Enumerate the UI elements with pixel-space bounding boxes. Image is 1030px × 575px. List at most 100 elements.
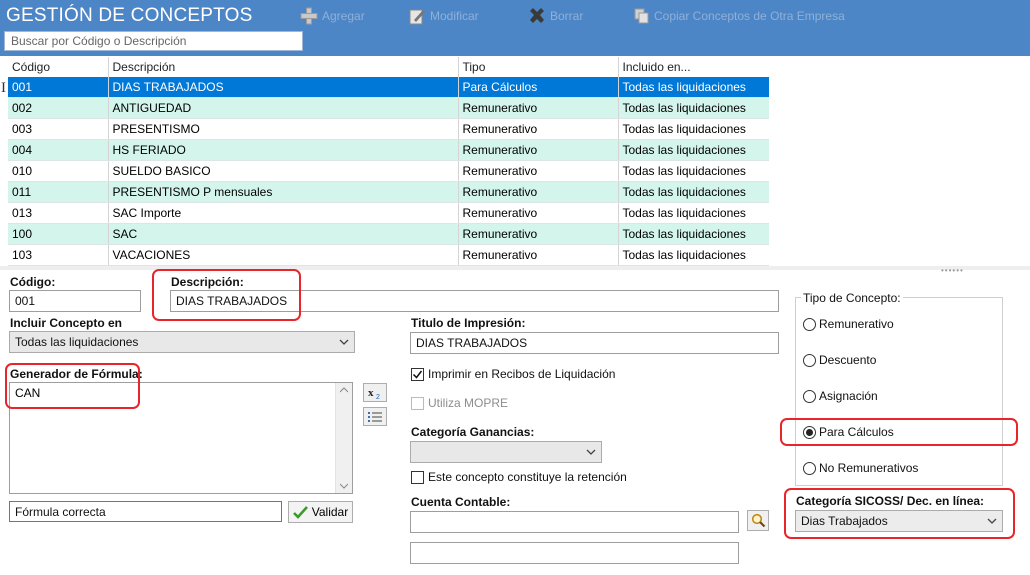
cell-descripcion: PRESENTISMO P mensuales [107, 181, 458, 203]
cell-incluido: Todas las liquidaciones [617, 223, 769, 245]
codigo-field[interactable]: 001 [9, 290, 141, 312]
table-row[interactable]: 003 PRESENTISMO Remunerativo Todas las l… [8, 118, 769, 140]
table-row[interactable]: 103 VACACIONES Remunerativo Todas las li… [8, 244, 769, 266]
cell-codigo: 103 [8, 244, 108, 266]
chevron-down-icon [586, 449, 596, 455]
cell-codigo: 004 [8, 139, 108, 161]
column-header-descripcion[interactable]: Descripción [107, 57, 458, 77]
retencion-checkbox-row[interactable]: Este concepto constituye la retención [411, 470, 627, 484]
chevron-down-icon [339, 339, 349, 345]
radio-descuento[interactable]: Descuento [803, 353, 876, 367]
svg-text:2: 2 [376, 394, 380, 400]
mopre-checkbox [411, 396, 424, 410]
delete-label: Borrar [550, 9, 584, 23]
table-row[interactable]: 001 DIAS TRABAJADOS Para Cálculos Todas … [8, 77, 769, 98]
cell-descripcion: PRESENTISMO [107, 118, 458, 140]
copy-concepts-button[interactable]: Copiar Conceptos de Otra Empresa [634, 6, 845, 26]
table-row[interactable]: 013 SAC Importe Remunerativo Todas las l… [8, 202, 769, 224]
column-header-incluido[interactable]: Incluido en... [617, 57, 769, 77]
cell-descripcion: SAC Importe [107, 202, 458, 224]
cell-descripcion: SAC [107, 223, 458, 245]
titulo-label: Titulo de Impresión: [411, 316, 526, 330]
cuenta-search-button[interactable] [747, 510, 769, 531]
cell-incluido: Todas las liquidaciones [617, 181, 769, 203]
text-cursor-icon: I [1, 80, 6, 96]
scroll-up-icon[interactable] [340, 387, 348, 393]
sicoss-highlight [784, 488, 1015, 539]
imprimir-checkbox-row[interactable]: Imprimir en Recibos de Liquidación [411, 367, 615, 381]
cell-tipo: Remunerativo [457, 118, 618, 140]
cell-codigo: 001 [8, 77, 108, 98]
table-row[interactable]: 002 ANTIGUEDAD Remunerativo Todas las li… [8, 97, 769, 119]
radio-button[interactable] [803, 389, 816, 403]
cell-incluido: Todas las liquidaciones [617, 97, 769, 119]
checkmark-icon [412, 370, 423, 379]
retencion-checkbox[interactable] [411, 470, 424, 484]
radio-label: Remunerativo [819, 317, 894, 331]
mopre-label: Utiliza MOPRE [428, 396, 509, 410]
cell-tipo: Remunerativo [457, 160, 618, 182]
magnifier-icon [751, 513, 765, 528]
validar-button[interactable]: Validar [288, 501, 353, 523]
radio-label: No Remunerativos [819, 461, 919, 475]
radio-remunerativo[interactable]: Remunerativo [803, 317, 894, 331]
formula-highlight [5, 363, 140, 409]
cuenta-field[interactable] [410, 511, 739, 533]
cuenta-secondary-field[interactable] [410, 542, 739, 564]
cell-tipo: Remunerativo [457, 244, 618, 266]
para-calculos-highlight [780, 418, 1018, 446]
radio-no-remunerativos[interactable]: No Remunerativos [803, 461, 918, 475]
cell-descripcion: DIAS TRABAJADOS [107, 77, 458, 98]
subscript-button[interactable]: x 2 [363, 383, 387, 402]
radio-button[interactable] [803, 317, 816, 331]
descripcion-highlight [152, 269, 301, 321]
cell-tipo: Remunerativo [457, 97, 618, 119]
ganancias-select[interactable] [410, 441, 602, 463]
formula-scrollbar[interactable] [335, 383, 352, 493]
cell-incluido: Todas las liquidaciones [617, 77, 769, 98]
cell-incluido: Todas las liquidaciones [617, 202, 769, 224]
table-row[interactable]: 004 HS FERIADO Remunerativo Todas las li… [8, 139, 769, 161]
cell-codigo: 003 [8, 118, 108, 140]
delete-button[interactable]: Borrar [528, 6, 583, 26]
copy-label: Copiar Conceptos de Otra Empresa [654, 9, 845, 23]
page-title: GESTIÓN DE CONCEPTOS [6, 5, 253, 26]
table-row[interactable]: 010 SUELDO BASICO Remunerativo Todas las… [8, 160, 769, 182]
add-button[interactable]: Agregar [300, 6, 365, 26]
imprimir-checkbox[interactable] [411, 367, 424, 381]
table-row[interactable]: 011 PRESENTISMO P mensuales Remunerativo… [8, 181, 769, 203]
add-label: Agregar [322, 9, 365, 23]
codigo-label: Código: [10, 275, 56, 289]
formula-status-field[interactable]: Fórmula correcta [9, 501, 282, 522]
cell-tipo: Para Cálculos [457, 77, 618, 98]
cell-incluido: Todas las liquidaciones [617, 244, 769, 266]
search-placeholder: Buscar por Código o Descripción [11, 34, 187, 48]
column-header-codigo[interactable]: Código [8, 57, 108, 77]
radio-asignacion[interactable]: Asignación [803, 389, 878, 403]
validar-label: Validar [311, 505, 349, 519]
cell-codigo: 100 [8, 223, 108, 245]
search-input[interactable]: Buscar por Código o Descripción [4, 31, 303, 51]
column-header-tipo[interactable]: Tipo [457, 57, 618, 77]
modify-label: Modificar [430, 9, 479, 23]
radio-button[interactable] [803, 353, 816, 367]
incluir-selected-value: Todas las liquidaciones [15, 335, 139, 349]
modify-button[interactable]: Modificar [408, 6, 479, 26]
incluir-select[interactable]: Todas las liquidaciones [9, 331, 355, 353]
cell-descripcion: HS FERIADO [107, 139, 458, 161]
radio-label: Asignación [819, 389, 878, 403]
cell-incluido: Todas las liquidaciones [617, 160, 769, 182]
cell-descripcion: SUELDO BASICO [107, 160, 458, 182]
table-row[interactable]: 100 SAC Remunerativo Todas las liquidaci… [8, 223, 769, 245]
list-button[interactable] [363, 407, 387, 426]
cell-tipo: Remunerativo [457, 223, 618, 245]
titulo-field[interactable]: DIAS TRABAJADOS [410, 332, 779, 354]
cell-tipo: Remunerativo [457, 139, 618, 161]
cell-incluido: Todas las liquidaciones [617, 118, 769, 140]
scroll-down-icon[interactable] [340, 483, 348, 489]
tipo-concepto-label: Tipo de Concepto: [801, 291, 903, 305]
ganancias-label: Categoría Ganancias: [411, 425, 535, 439]
radio-button[interactable] [803, 461, 816, 475]
retencion-label: Este concepto constituye la retención [428, 470, 627, 484]
delete-x-icon [530, 8, 544, 23]
